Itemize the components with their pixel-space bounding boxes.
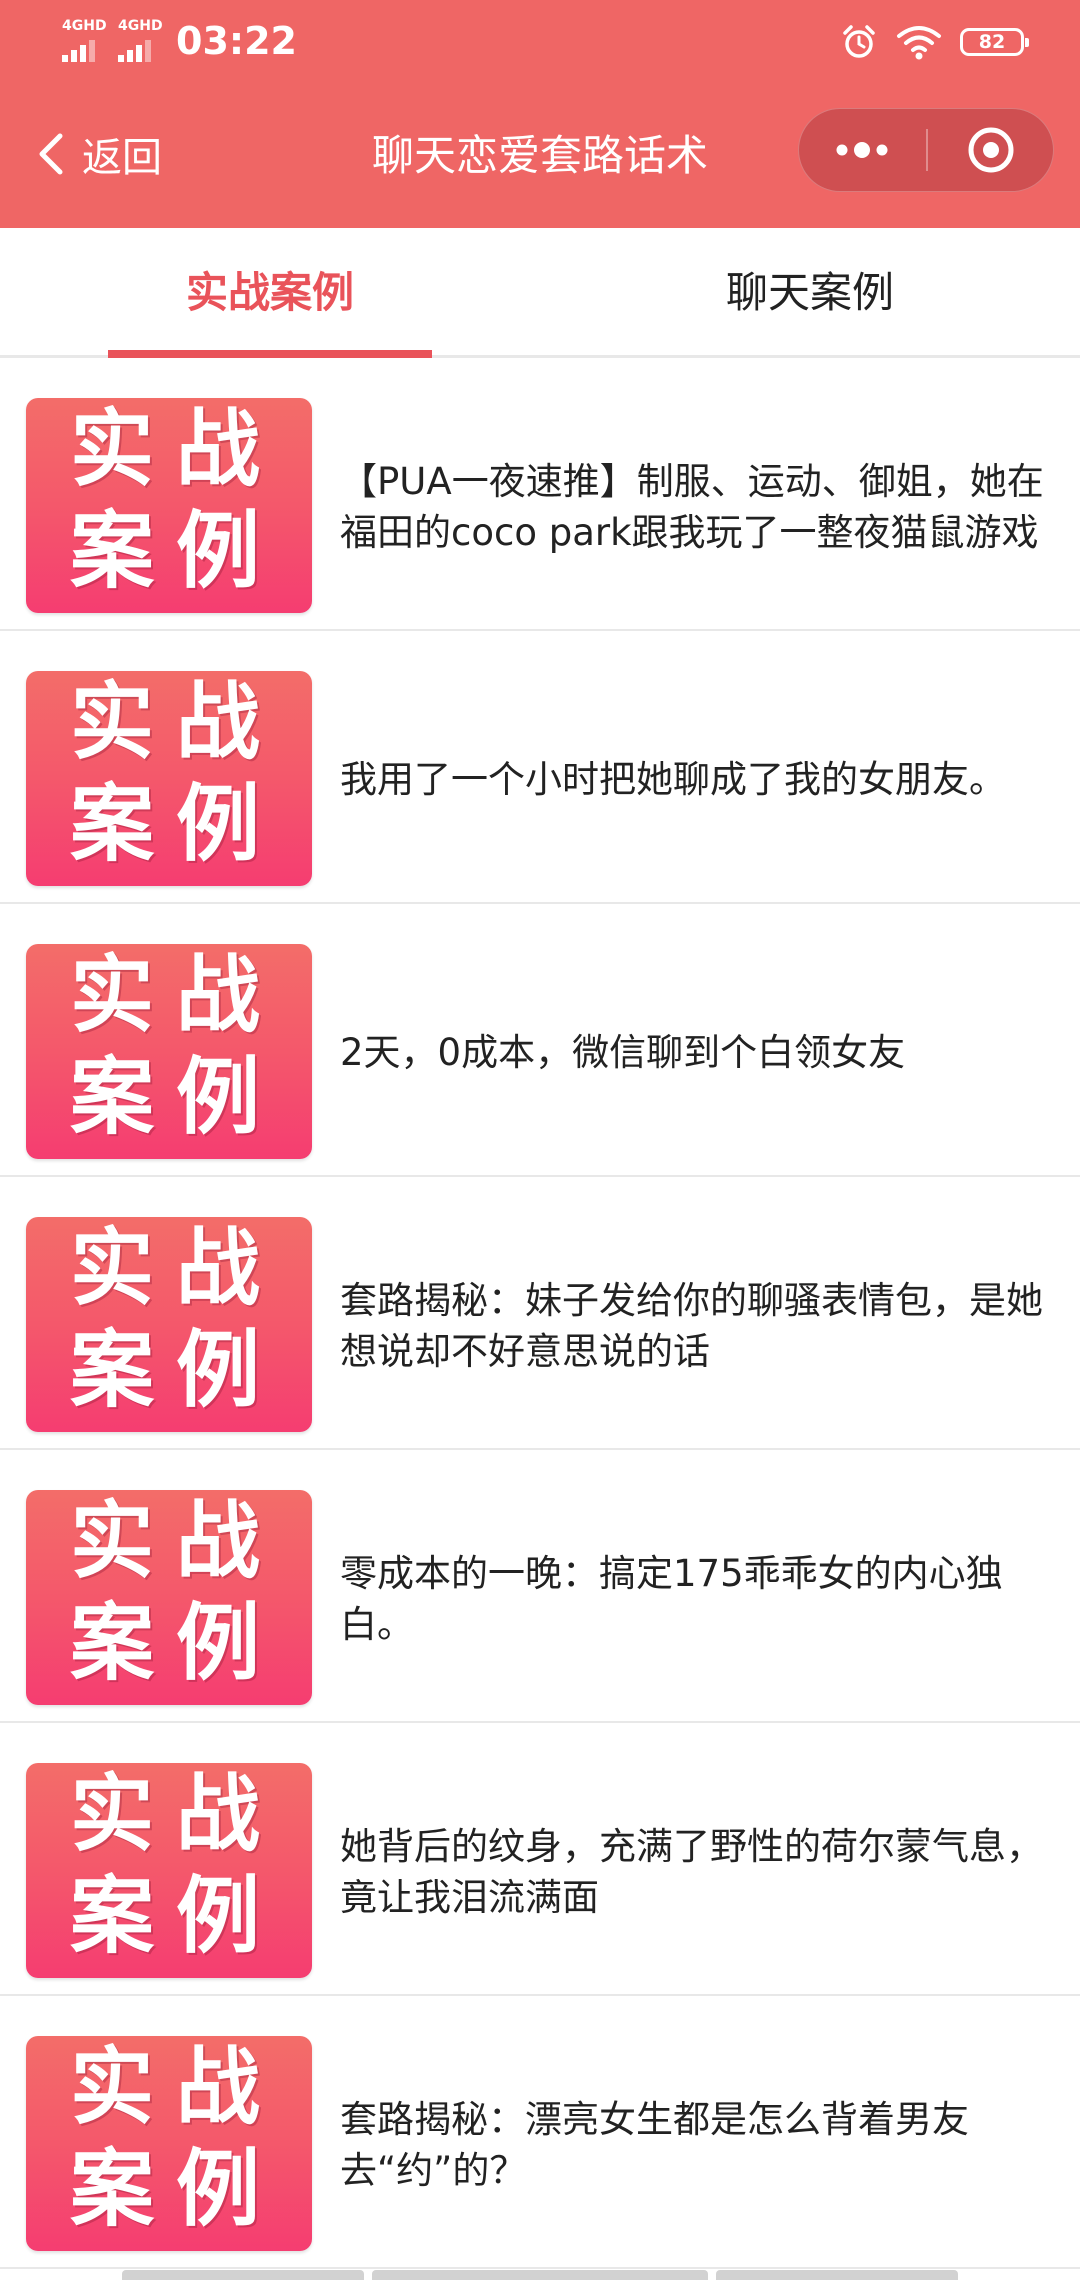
wifi-icon (897, 26, 941, 60)
item-title: 她背后的纹身，充满了野性的荷尔蒙气息，竟让我泪流满面 (340, 1723, 1050, 1994)
item-title: 零成本的一晚：搞定175乖乖女的内心独白。 (340, 1450, 1050, 1721)
thumbnail-char: 实 (70, 1764, 155, 1863)
battery-icon: 82 (960, 28, 1029, 56)
alarm-icon (843, 25, 875, 58)
thumbnail-image: 实 战 案 例 (26, 944, 312, 1159)
item-title-text: 2天，0成本，微信聊到个白领女友 (340, 1031, 906, 1074)
thumbnail-image: 实 战 案 例 (26, 1217, 312, 1432)
item-title-text: 她背后的纹身，充满了野性的荷尔蒙气息，竟让我泪流满面 (340, 1824, 1043, 1919)
thumbnail-char: 战 (176, 1218, 261, 1317)
thumbnail-char: 战 (176, 945, 261, 1044)
thumbnail-char: 战 (176, 2037, 261, 2136)
thumbnail-char: 案 (70, 1047, 155, 1146)
thumbnail-char: 实 (70, 2037, 155, 2136)
thumbnail-char: 战 (176, 1491, 261, 1590)
item-title: 【PUA一夜速推】制服、运动、御姐，她在福田的coco park跟我玩了一整夜猫… (340, 358, 1050, 629)
mini-program-capsule (798, 108, 1054, 192)
list-item[interactable]: 实 战 案 例 她背后的纹身，充满了野性的荷尔蒙气息，竟让我泪流满面 (0, 1723, 1080, 1996)
list-item[interactable]: 实 战 案 例 【PUA一夜速推】制服、运动、御姐，她在福田的coco park… (0, 358, 1080, 631)
thumbnail-char: 例 (176, 1593, 261, 1692)
thumbnail-char: 战 (176, 399, 261, 498)
tab-bar: 实战案例 聊天案例 (0, 228, 1080, 358)
status-icons: 82 (840, 20, 1029, 64)
nav-bar: 返回 聊天恋爱套路话术 (0, 82, 1080, 228)
thumbnail-char: 实 (70, 1218, 155, 1317)
tab-combat-cases[interactable]: 实战案例 (0, 228, 540, 355)
network-type-label: 4GHD (118, 18, 163, 34)
thumbnail-char: 案 (70, 1866, 155, 1965)
thumbnail-char: 案 (70, 1593, 155, 1692)
thumbnail-char: 案 (70, 2139, 155, 2238)
article-list: 实 战 案 例 【PUA一夜速推】制服、运动、御姐，她在福田的coco park… (0, 358, 1080, 2269)
thumbnail-char: 例 (176, 501, 261, 600)
thumbnail-char: 案 (70, 774, 155, 873)
item-title-text: 零成本的一晚：搞定175乖乖女的内心独白。 (340, 1551, 1003, 1646)
thumbnail-image: 实 战 案 例 (26, 1763, 312, 1978)
thumbnail-char: 实 (70, 1491, 155, 1590)
status-bar: 4GHD 4GHD 03:22 82 (0, 0, 1080, 82)
list-item[interactable]: 实 战 案 例 套路揭秘：妹子发给你的聊骚表情包，是她想说却不好意思说的话 (0, 1177, 1080, 1450)
list-item[interactable]: 实 战 案 例 2天，0成本，微信聊到个白领女友 (0, 904, 1080, 1177)
thumbnail-image: 实 战 案 例 (26, 398, 312, 613)
thumbnail-char: 例 (176, 774, 261, 873)
thumbnail-char: 例 (176, 1047, 261, 1146)
tab-active-indicator (108, 350, 432, 358)
thumbnail-image: 实 战 案 例 (26, 1490, 312, 1705)
thumbnail-char: 例 (176, 1866, 261, 1965)
thumbnail-char: 战 (176, 672, 261, 771)
status-time: 03:22 (176, 19, 297, 63)
thumbnail-char: 例 (176, 1320, 261, 1419)
target-circle-icon (968, 127, 1014, 173)
next-items-peek (0, 2270, 1080, 2280)
tab-chat-cases[interactable]: 聊天案例 (540, 228, 1080, 355)
list-item[interactable]: 实 战 案 例 我用了一个小时把她聊成了我的女朋友。 (0, 631, 1080, 904)
top-bar: 4GHD 4GHD 03:22 82 返回 聊天恋爱套路话术 (0, 0, 1080, 228)
more-dots-icon (836, 142, 888, 158)
thumbnail-char: 实 (70, 945, 155, 1044)
thumbnail-char: 实 (70, 399, 155, 498)
battery-level: 82 (978, 31, 1006, 53)
item-title: 2天，0成本，微信聊到个白领女友 (340, 904, 1050, 1175)
tab-label: 实战案例 (185, 268, 354, 317)
item-title-text: 我用了一个小时把她聊成了我的女朋友。 (340, 758, 1006, 801)
item-title-text: 【PUA一夜速推】制服、运动、御姐，她在福田的coco park跟我玩了一整夜猫… (340, 459, 1044, 554)
more-button[interactable] (799, 109, 925, 191)
item-title-text: 套路揭秘：漂亮女生都是怎么背着男友去“约”的？ (340, 2097, 969, 2192)
list-item[interactable]: 实 战 案 例 套路揭秘：漂亮女生都是怎么背着男友去“约”的？ (0, 1996, 1080, 2269)
thumbnail-image: 实 战 案 例 (26, 671, 312, 886)
thumbnail-char: 案 (70, 501, 155, 600)
thumbnail-image: 实 战 案 例 (26, 2036, 312, 2251)
list-item[interactable]: 实 战 案 例 零成本的一晚：搞定175乖乖女的内心独白。 (0, 1450, 1080, 1723)
signal-icon: 4GHD (116, 18, 172, 62)
close-button[interactable] (928, 109, 1054, 191)
item-title-text: 套路揭秘：妹子发给你的聊骚表情包，是她想说却不好意思说的话 (340, 1278, 1043, 1373)
item-title: 套路揭秘：妹子发给你的聊骚表情包，是她想说却不好意思说的话 (340, 1177, 1050, 1448)
thumbnail-char: 实 (70, 672, 155, 771)
item-title: 套路揭秘：漂亮女生都是怎么背着男友去“约”的？ (340, 1996, 1050, 2267)
tab-label: 聊天案例 (725, 268, 894, 317)
thumbnail-char: 战 (176, 1764, 261, 1863)
thumbnail-char: 例 (176, 2139, 261, 2238)
network-type-label: 4GHD (62, 18, 107, 34)
signal-icon: 4GHD (60, 18, 116, 62)
thumbnail-char: 案 (70, 1320, 155, 1419)
item-title: 我用了一个小时把她聊成了我的女朋友。 (340, 631, 1050, 902)
